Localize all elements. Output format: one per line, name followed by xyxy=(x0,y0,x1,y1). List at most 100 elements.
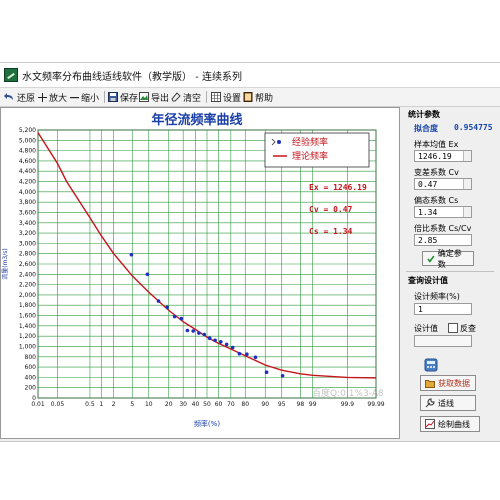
mean-spinner[interactable] xyxy=(463,151,471,161)
title-bar: 水文频率分布曲线适线软件（教学版） - 连续系列 xyxy=(0,63,500,88)
y-tick-label: 600 xyxy=(25,364,37,371)
confirm-params-button[interactable]: 确定参数 xyxy=(422,249,474,269)
toolbar-separator xyxy=(104,91,105,103)
x-tick-label: 10 xyxy=(145,401,153,408)
save-label: 保存 xyxy=(120,93,139,104)
zoom-out-label: 缩小 xyxy=(81,93,100,104)
x-tick-label: 2 xyxy=(112,401,116,408)
app-window: 水文频率分布曲线适线软件（教学版） - 连续系列 还原 放大 缩小 保存 导出 … xyxy=(0,62,500,442)
settings-grid-icon xyxy=(211,92,221,102)
empirical-point xyxy=(185,328,190,333)
fit-curve-label: 适线 xyxy=(438,398,454,408)
empirical-point xyxy=(165,305,169,310)
cv-value: 0.47 xyxy=(418,180,438,189)
y-tick-label: 400 xyxy=(25,374,37,381)
empirical-point xyxy=(179,316,184,321)
settings-button[interactable]: 设置 xyxy=(211,90,241,104)
floppy-disk-icon xyxy=(108,92,118,102)
empirical-point xyxy=(197,331,201,335)
clear-label: 清空 xyxy=(183,93,202,104)
y-tick-label: 1,600 xyxy=(19,313,36,320)
query-group-title: 查询设计值 xyxy=(408,276,448,285)
y-tick-label: 2,200 xyxy=(19,282,36,289)
chart-line-icon xyxy=(425,419,435,429)
minus-icon xyxy=(70,96,79,98)
x-tick-label: 60 xyxy=(215,401,223,408)
y-tick-label: 2,000 xyxy=(19,292,36,299)
empirical-point xyxy=(145,272,150,277)
export-image-icon xyxy=(139,92,149,102)
help-button[interactable]: 帮助 xyxy=(243,90,273,104)
design-freq-value: 1 xyxy=(418,305,423,314)
zoom-in-label: 放大 xyxy=(49,93,68,104)
app-logo-icon xyxy=(4,68,18,82)
design-value-output xyxy=(414,335,472,347)
x-tick-label: 0.5 xyxy=(85,401,95,408)
y-tick-label: 200 xyxy=(25,385,37,392)
export-button[interactable]: 导出 xyxy=(139,90,169,104)
x-tick-label: 99.9 xyxy=(341,401,355,408)
zoom-in-button[interactable]: 放大 xyxy=(38,90,67,104)
x-tick-label: 50 xyxy=(203,401,211,408)
y-tick-label: 3,600 xyxy=(19,209,36,216)
empirical-point xyxy=(172,314,177,319)
y-tick-label: 4,200 xyxy=(19,179,36,186)
x-tick-label: 80 xyxy=(241,401,249,408)
y-tick-label: 5,200 xyxy=(19,127,36,134)
undo-arrow-icon xyxy=(4,93,13,100)
fit-curve-button[interactable]: 适线 xyxy=(420,395,476,411)
window-title: 水文频率分布曲线适线软件（教学版） - 连续系列 xyxy=(22,72,242,83)
cv-input[interactable]: 0.47 xyxy=(414,178,472,190)
design-value-label: 设计值 xyxy=(414,324,438,333)
y-tick-label: 4,800 xyxy=(19,148,36,155)
calculator-icon-button[interactable] xyxy=(420,357,464,372)
restore-label: 还原 xyxy=(17,93,36,104)
help-book-icon xyxy=(243,92,253,102)
x-tick-label: 98 xyxy=(297,401,305,408)
draw-curve-button[interactable]: 绘制曲线 xyxy=(420,416,480,432)
cv-spinner[interactable] xyxy=(463,179,471,189)
ratio-label: 倍比系数 Cs/Cv xyxy=(414,224,472,233)
y-tick-label: 1,000 xyxy=(19,343,36,350)
folder-icon xyxy=(425,379,435,388)
empirical-point xyxy=(237,351,242,356)
reverse-checkbox[interactable] xyxy=(448,323,458,333)
design-freq-input[interactable]: 1 xyxy=(414,303,472,315)
y-tick-label: 1,400 xyxy=(19,323,36,330)
y-tick-label: 1,200 xyxy=(19,333,36,340)
help-label: 帮助 xyxy=(255,93,274,104)
calculator-icon xyxy=(424,358,438,371)
watermark: 百度Q:0.1%3-A8 xyxy=(312,389,384,399)
cs-spinner[interactable] xyxy=(463,207,471,217)
get-data-button[interactable]: 获取数据 xyxy=(420,375,476,391)
y-tick-label: 5,000 xyxy=(19,137,36,144)
y-tick-label: 4,400 xyxy=(19,168,36,175)
mean-input[interactable]: 1246.19 xyxy=(414,150,472,162)
reverse-label: 反查 xyxy=(460,324,476,333)
get-data-label: 获取数据 xyxy=(438,378,470,388)
empirical-point xyxy=(207,336,212,340)
y-tick-label: 800 xyxy=(25,354,37,361)
clear-button[interactable]: 清空 xyxy=(171,90,201,104)
toolbar-separator xyxy=(206,91,207,103)
empirical-point xyxy=(245,352,249,356)
restore-button[interactable]: 还原 xyxy=(4,90,35,104)
cs-input[interactable]: 1.34 xyxy=(414,206,472,218)
ratio-input[interactable]: 2.85 xyxy=(414,234,472,246)
wrench-icon xyxy=(425,398,435,408)
plus-icon xyxy=(38,92,47,102)
y-tick-label: 3,400 xyxy=(19,220,36,227)
fit-value: 0.954775 xyxy=(454,123,493,132)
panel-divider xyxy=(406,271,494,272)
zoom-out-button[interactable]: 缩小 xyxy=(70,90,99,104)
y-tick-label: 3,200 xyxy=(19,230,36,237)
stats-group-title: 统计参数 xyxy=(408,110,440,119)
mean-value: 1246.19 xyxy=(418,152,452,161)
y-tick-label: 2,400 xyxy=(19,271,36,278)
x-tick-label: 95 xyxy=(278,401,286,408)
confirm-params-label: 确定参数 xyxy=(437,248,462,269)
x-tick-label: 5 xyxy=(130,401,134,408)
save-button[interactable]: 保存 xyxy=(108,90,138,104)
empirical-point xyxy=(264,370,269,375)
cs-value: 1.34 xyxy=(418,208,438,217)
